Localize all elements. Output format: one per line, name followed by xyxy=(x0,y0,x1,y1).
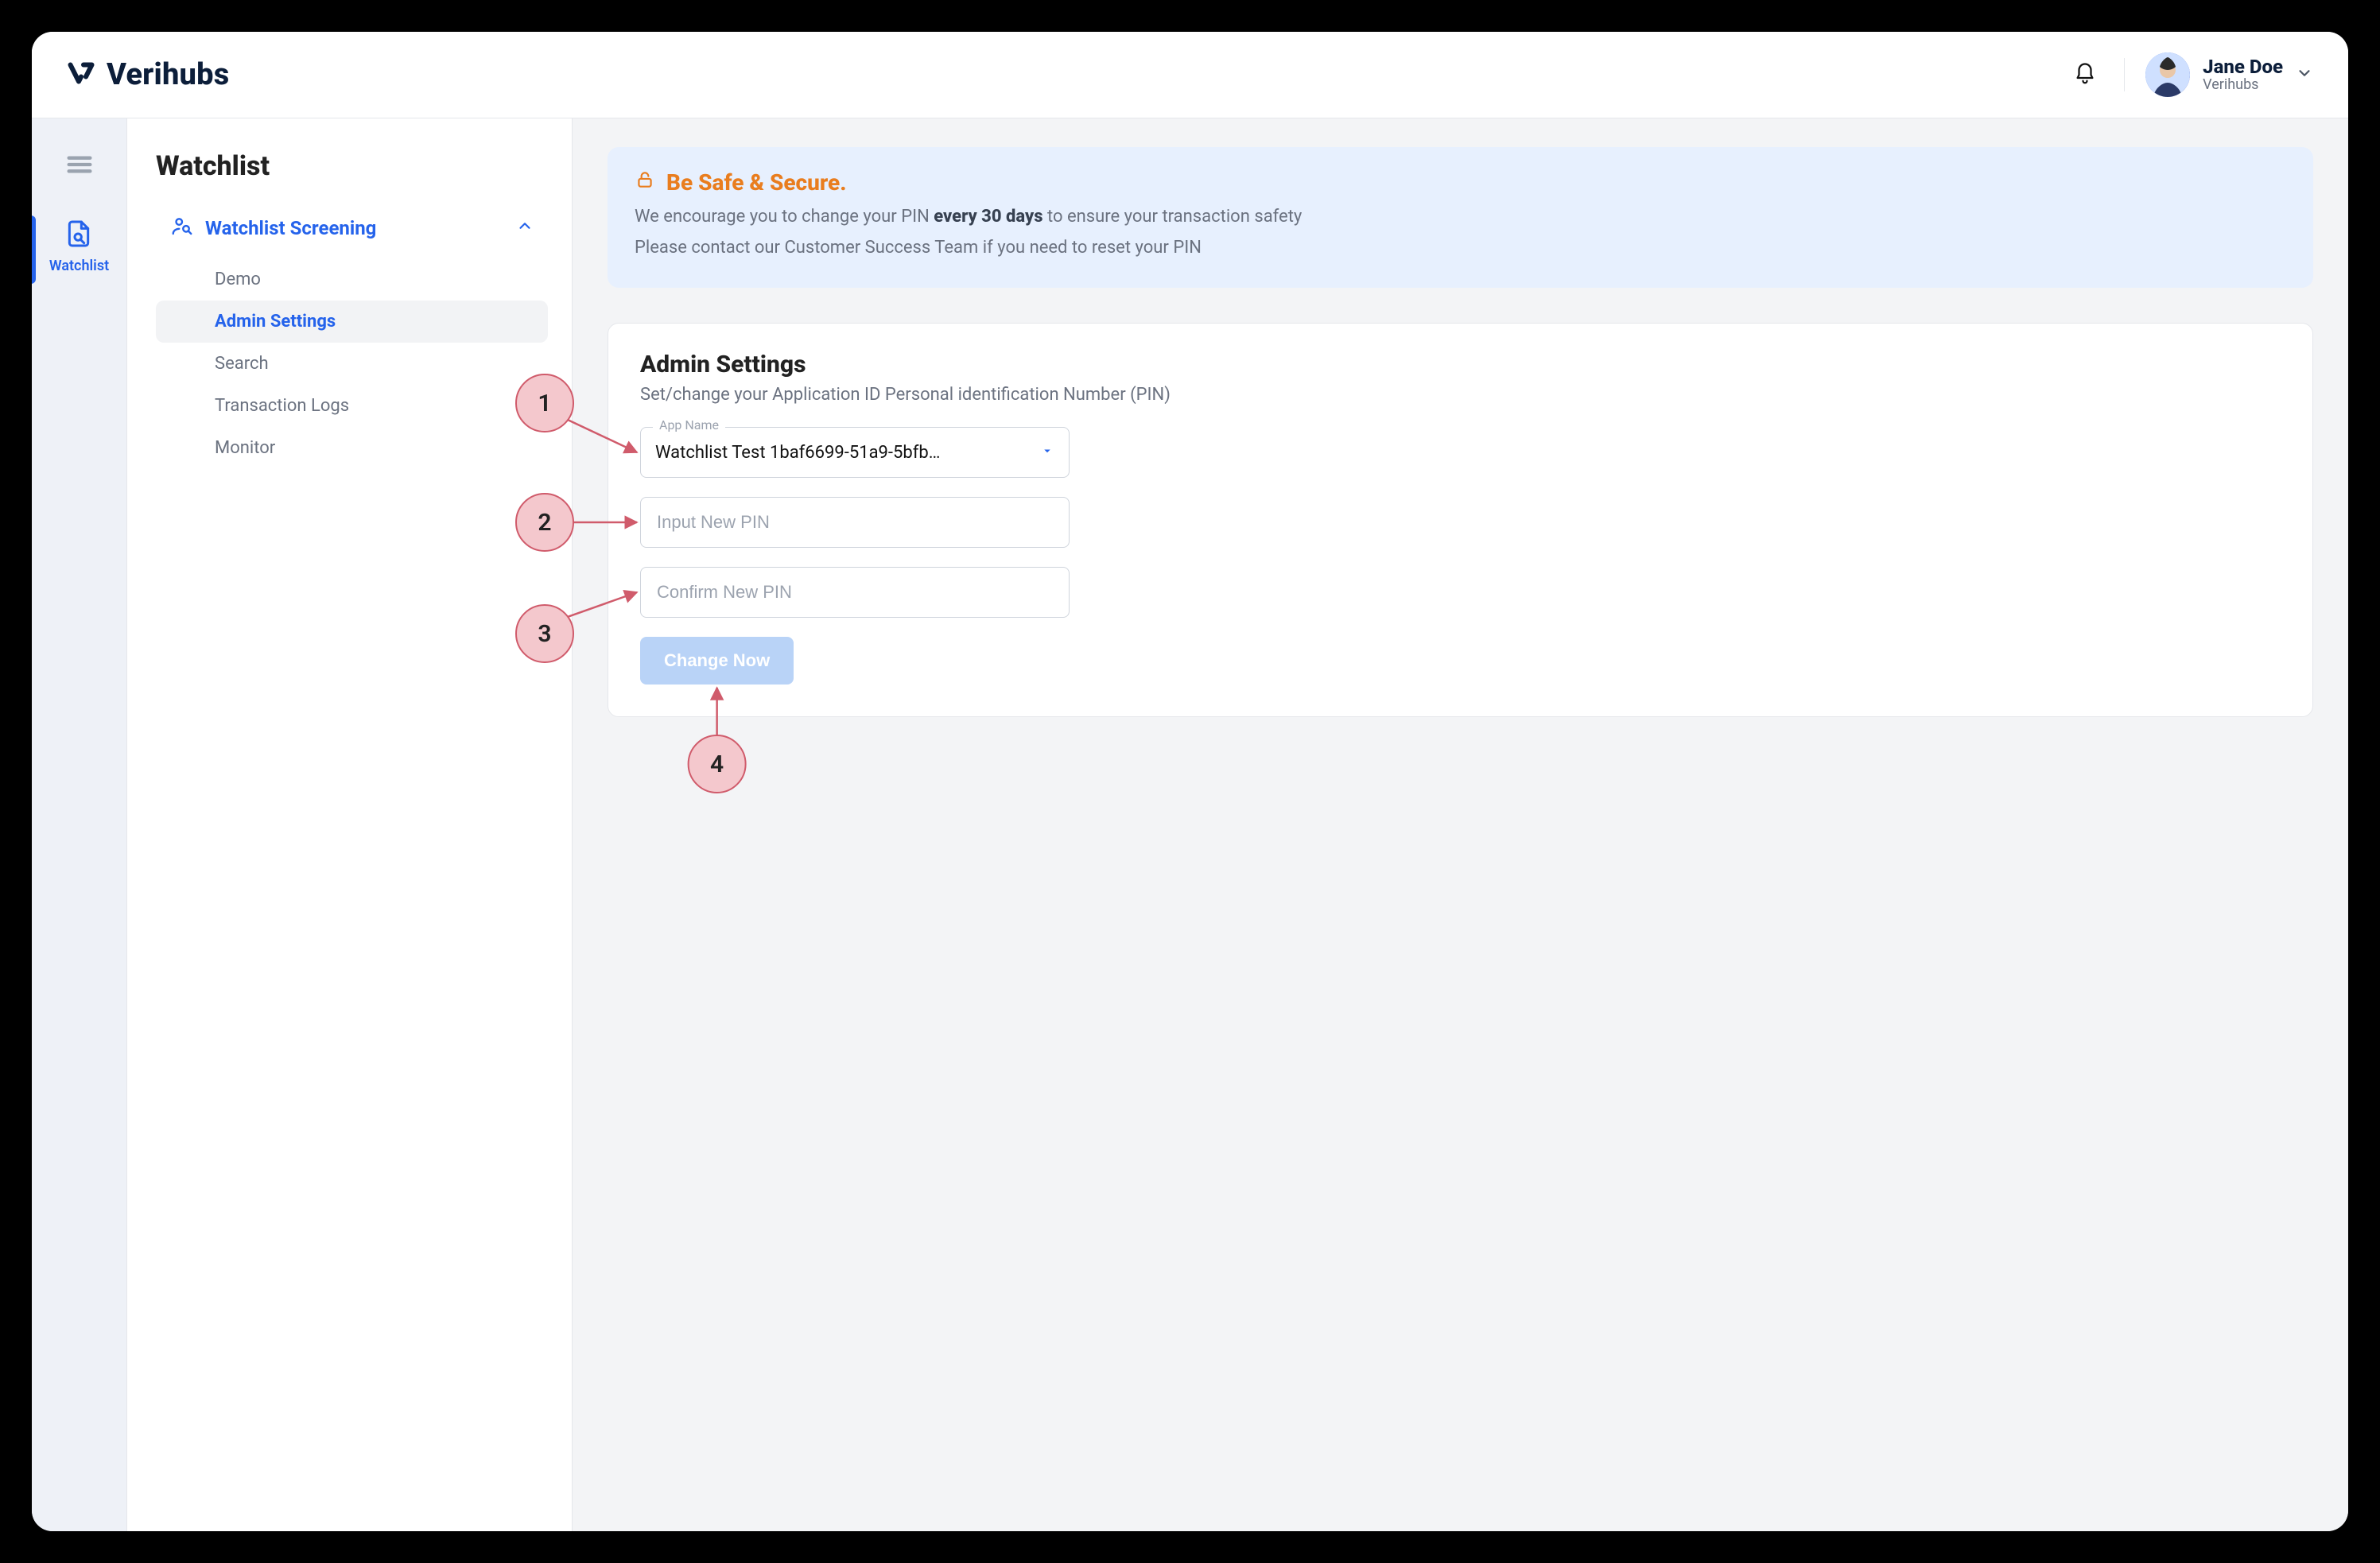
notifications-button[interactable] xyxy=(2067,56,2103,95)
brand-name: Verihubs xyxy=(107,57,229,92)
nav-rail: Watchlist xyxy=(32,118,127,1531)
lock-icon xyxy=(635,169,655,196)
sidebar-item-label: Monitor xyxy=(215,438,275,458)
security-notice-line-1: We encourage you to change your PIN ever… xyxy=(635,204,2286,230)
rail-active-indicator xyxy=(32,215,36,284)
hamburger-icon xyxy=(64,171,95,183)
brand: Verihubs xyxy=(67,57,229,92)
profile-menu[interactable]: Jane Doe Verihubs xyxy=(2145,52,2313,97)
avatar xyxy=(2145,52,2190,97)
security-notice-line1-pre: We encourage you to change your PIN xyxy=(635,207,934,227)
profile-text: Jane Doe Verihubs xyxy=(2203,56,2283,93)
sidebar-item-monitor[interactable]: Monitor xyxy=(156,427,548,469)
menu-toggle-button[interactable] xyxy=(56,141,103,191)
profile-company: Verihubs xyxy=(2203,77,2283,93)
change-now-label: Change Now xyxy=(664,650,770,671)
chevron-up-icon xyxy=(516,217,534,239)
new-pin-input-wrapper xyxy=(640,497,1070,548)
sidebar-group-watchlist-screening[interactable]: Watchlist Screening xyxy=(156,203,548,254)
security-notice-line1-em: every 30 days xyxy=(934,207,1042,227)
sidebar-item-label: Transaction Logs xyxy=(215,396,349,416)
topbar-right: Jane Doe Verihubs xyxy=(2067,52,2313,97)
vertical-divider xyxy=(2124,58,2125,91)
admin-subtitle: Set/change your Application ID Personal … xyxy=(640,385,2281,405)
profile-name: Jane Doe xyxy=(2203,56,2283,77)
confirm-pin-input[interactable] xyxy=(655,581,1054,603)
main: Be Safe & Secure. We encourage you to ch… xyxy=(573,118,2348,1531)
sidebar-title: Watchlist xyxy=(156,150,572,182)
sidebar-item-transaction-logs[interactable]: Transaction Logs xyxy=(156,385,548,427)
security-notice-title-text: Be Safe & Secure. xyxy=(666,169,847,196)
confirm-pin-input-wrapper xyxy=(640,567,1070,618)
people-search-icon xyxy=(170,214,194,242)
app-window: Verihubs xyxy=(32,32,2348,1531)
sidebar-list: Demo Admin Settings Search Transaction L… xyxy=(156,258,572,469)
topbar: Verihubs xyxy=(32,32,2348,118)
security-notice-line-2: Please contact our Customer Success Team… xyxy=(635,235,2286,261)
confirm-pin-field xyxy=(640,567,1070,618)
security-notice-title: Be Safe & Secure. xyxy=(635,169,2286,196)
admin-settings-card: Admin Settings Set/change your Applicati… xyxy=(608,323,2313,717)
app-name-field: App Name Watchlist Test 1baf6699-51a9-5b… xyxy=(640,427,1070,478)
shell: Watchlist Watchlist Watchlist Screeni xyxy=(32,118,2348,1531)
sidebar-item-label: Admin Settings xyxy=(215,312,336,332)
document-search-icon xyxy=(63,218,95,253)
brand-logo-icon xyxy=(67,59,95,91)
rail-item-label: Watchlist xyxy=(49,258,109,274)
security-notice-line1-post: to ensure your transaction safety xyxy=(1047,207,1302,227)
app-name-select[interactable]: Watchlist Test 1baf6699-51a9-5bfb… xyxy=(640,427,1070,478)
sidebar: Watchlist Watchlist Screening xyxy=(127,118,573,1531)
new-pin-field xyxy=(640,497,1070,548)
app-name-label: App Name xyxy=(653,417,725,432)
sidebar-item-label: Search xyxy=(215,354,269,374)
sidebar-item-label: Demo xyxy=(215,270,261,289)
change-now-button[interactable]: Change Now xyxy=(640,637,794,685)
chevron-down-icon xyxy=(2296,64,2313,85)
bell-icon xyxy=(2073,76,2097,88)
sidebar-item-search[interactable]: Search xyxy=(156,343,548,385)
admin-title: Admin Settings xyxy=(640,351,2281,378)
app-name-value: Watchlist Test 1baf6699-51a9-5bfb… xyxy=(655,443,940,463)
sidebar-group-label: Watchlist Screening xyxy=(205,217,376,239)
sidebar-item-admin-settings[interactable]: Admin Settings xyxy=(156,301,548,343)
rail-item-watchlist[interactable]: Watchlist xyxy=(49,211,109,281)
sidebar-item-demo[interactable]: Demo xyxy=(156,258,548,301)
new-pin-input[interactable] xyxy=(655,511,1054,533)
caret-down-icon xyxy=(1040,443,1054,463)
security-notice: Be Safe & Secure. We encourage you to ch… xyxy=(608,147,2313,288)
